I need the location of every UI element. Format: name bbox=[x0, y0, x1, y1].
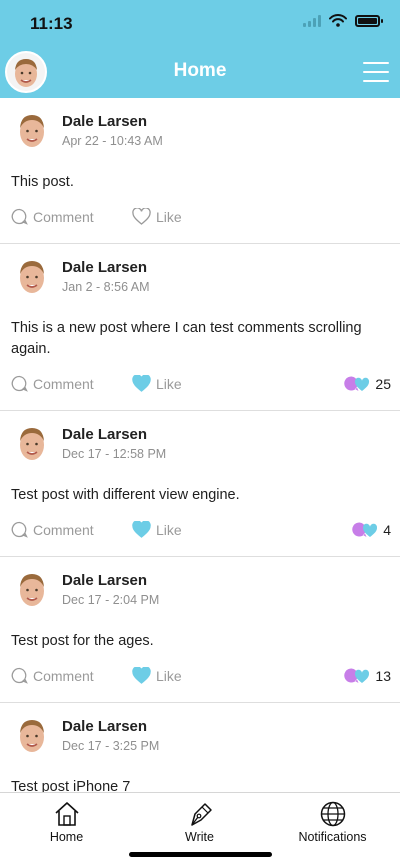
tab-home[interactable]: Home bbox=[0, 801, 133, 844]
pen-nib-icon bbox=[190, 803, 212, 826]
author-avatar[interactable] bbox=[14, 256, 50, 296]
page-title: Home bbox=[173, 60, 227, 81]
like-label: Like bbox=[156, 375, 182, 392]
like-count-value: 13 bbox=[375, 668, 391, 684]
post-text: Test post iPhone 7 bbox=[11, 779, 131, 792]
like-label: Like bbox=[156, 667, 182, 684]
post-card[interactable]: Dale Larsen Dec 17 - 3:25 PM Test post iPh… bbox=[0, 703, 400, 792]
like-label: Like bbox=[156, 208, 182, 225]
post-card[interactable]: Dale Larsen Jan 2 - 8:56 AM This is a new … bbox=[0, 244, 400, 411]
author-name[interactable]: Dale Larsen bbox=[62, 426, 147, 443]
heart-icon bbox=[132, 667, 151, 684]
post-card[interactable]: Dale Larsen Dec 17 - 12:58 PM Test post wi… bbox=[0, 411, 400, 557]
like-count[interactable]: 4 bbox=[351, 521, 391, 539]
comment-icon bbox=[11, 208, 28, 225]
author-name[interactable]: Dale Larsen bbox=[62, 572, 147, 589]
like-button[interactable]: Like bbox=[132, 667, 182, 684]
wifi-icon bbox=[329, 14, 347, 27]
post-text: This is a new post where I can test comm… bbox=[11, 320, 362, 357]
post-actions: Comment Like bbox=[0, 193, 400, 243]
post-header: Dale Larsen Apr 22 - 10:43 AM bbox=[0, 98, 400, 160]
heart-icon bbox=[132, 208, 151, 225]
hamburger-menu-icon[interactable] bbox=[363, 62, 389, 82]
like-button[interactable]: Like bbox=[132, 521, 182, 538]
tab-notifications-label: Notifications bbox=[298, 830, 367, 844]
globe-icon bbox=[320, 801, 345, 827]
profile-avatar[interactable] bbox=[5, 51, 47, 93]
post-date: Apr 22 - 10:43 AM bbox=[62, 134, 163, 148]
comment-icon bbox=[11, 375, 28, 392]
author-avatar[interactable] bbox=[14, 110, 50, 150]
post-text: Test post for the ages. bbox=[11, 633, 154, 649]
author-avatar[interactable] bbox=[14, 423, 50, 463]
comment-icon bbox=[11, 667, 28, 684]
post-card[interactable]: Dale Larsen Apr 22 - 10:43 AM This post. Co… bbox=[0, 98, 400, 244]
reactions-icon bbox=[344, 668, 370, 683]
post-actions: Comment Like 13 bbox=[0, 652, 400, 702]
comment-button[interactable]: Comment bbox=[11, 667, 94, 684]
like-count[interactable]: 13 bbox=[343, 667, 391, 685]
post-text: This post. bbox=[11, 174, 74, 190]
tab-write-label: Write bbox=[185, 830, 214, 844]
comment-label: Comment bbox=[33, 521, 94, 538]
nav-bar: Home bbox=[0, 46, 400, 98]
reactions-icon bbox=[344, 376, 370, 391]
face-avatar-icon bbox=[7, 53, 45, 91]
comment-label: Comment bbox=[33, 208, 94, 225]
post-text: Test post with different view engine. bbox=[11, 487, 240, 503]
comment-icon bbox=[11, 521, 28, 538]
author-avatar-icon bbox=[20, 574, 44, 606]
author-avatar-icon bbox=[20, 720, 44, 752]
like-button[interactable]: Like bbox=[132, 208, 182, 225]
tab-home-label: Home bbox=[49, 830, 84, 844]
status-icons bbox=[303, 14, 383, 27]
home-icon bbox=[54, 802, 79, 826]
like-button[interactable]: Like bbox=[132, 375, 182, 392]
heart-icon bbox=[132, 521, 151, 538]
post-card[interactable]: Dale Larsen Dec 17 - 2:04 PM Test post for… bbox=[0, 557, 400, 703]
post-header: Dale Larsen Jan 2 - 8:56 AM bbox=[0, 244, 400, 306]
post-header: Dale Larsen Dec 17 - 2:04 PM bbox=[0, 557, 400, 619]
post-header: Dale Larsen Dec 17 - 3:25 PM bbox=[0, 703, 400, 765]
battery-icon bbox=[355, 14, 383, 27]
comment-label: Comment bbox=[33, 375, 94, 392]
author-avatar-icon bbox=[20, 115, 44, 147]
comment-button[interactable]: Comment bbox=[11, 208, 94, 225]
comment-button[interactable]: Comment bbox=[11, 521, 94, 538]
author-name[interactable]: Dale Larsen bbox=[62, 718, 147, 735]
author-avatar-icon bbox=[20, 428, 44, 460]
post-date: Dec 17 - 12:58 PM bbox=[62, 447, 167, 461]
like-label: Like bbox=[156, 521, 182, 538]
author-avatar-icon bbox=[20, 261, 44, 293]
like-count[interactable]: 25 bbox=[343, 375, 391, 393]
status-time: 11:13 bbox=[30, 14, 73, 33]
post-date: Jan 2 - 8:56 AM bbox=[62, 280, 150, 294]
status-bar: 11:13 bbox=[0, 0, 400, 46]
like-count-value: 4 bbox=[383, 522, 391, 538]
post-header: Dale Larsen Dec 17 - 12:58 PM bbox=[0, 411, 400, 473]
signal-icon bbox=[303, 14, 321, 27]
post-feed[interactable]: Dale Larsen Apr 22 - 10:43 AM This post. Co… bbox=[0, 98, 400, 792]
home-indicator bbox=[129, 852, 272, 857]
reactions-icon bbox=[352, 522, 378, 537]
author-name[interactable]: Dale Larsen bbox=[62, 113, 147, 130]
post-date: Dec 17 - 3:25 PM bbox=[62, 739, 160, 753]
comment-label: Comment bbox=[33, 667, 94, 684]
comment-button[interactable]: Comment bbox=[11, 375, 94, 392]
author-avatar[interactable] bbox=[14, 569, 50, 609]
tab-notifications[interactable]: Notifications bbox=[266, 801, 399, 844]
like-count-value: 25 bbox=[375, 376, 391, 392]
post-date: Dec 17 - 2:04 PM bbox=[62, 593, 160, 607]
heart-icon bbox=[132, 375, 151, 392]
author-avatar[interactable] bbox=[14, 715, 50, 755]
post-actions: Comment Like 25 bbox=[0, 360, 400, 410]
author-name[interactable]: Dale Larsen bbox=[62, 259, 147, 276]
post-actions: Comment Like 4 bbox=[0, 506, 400, 556]
tab-write[interactable]: Write bbox=[133, 801, 266, 844]
